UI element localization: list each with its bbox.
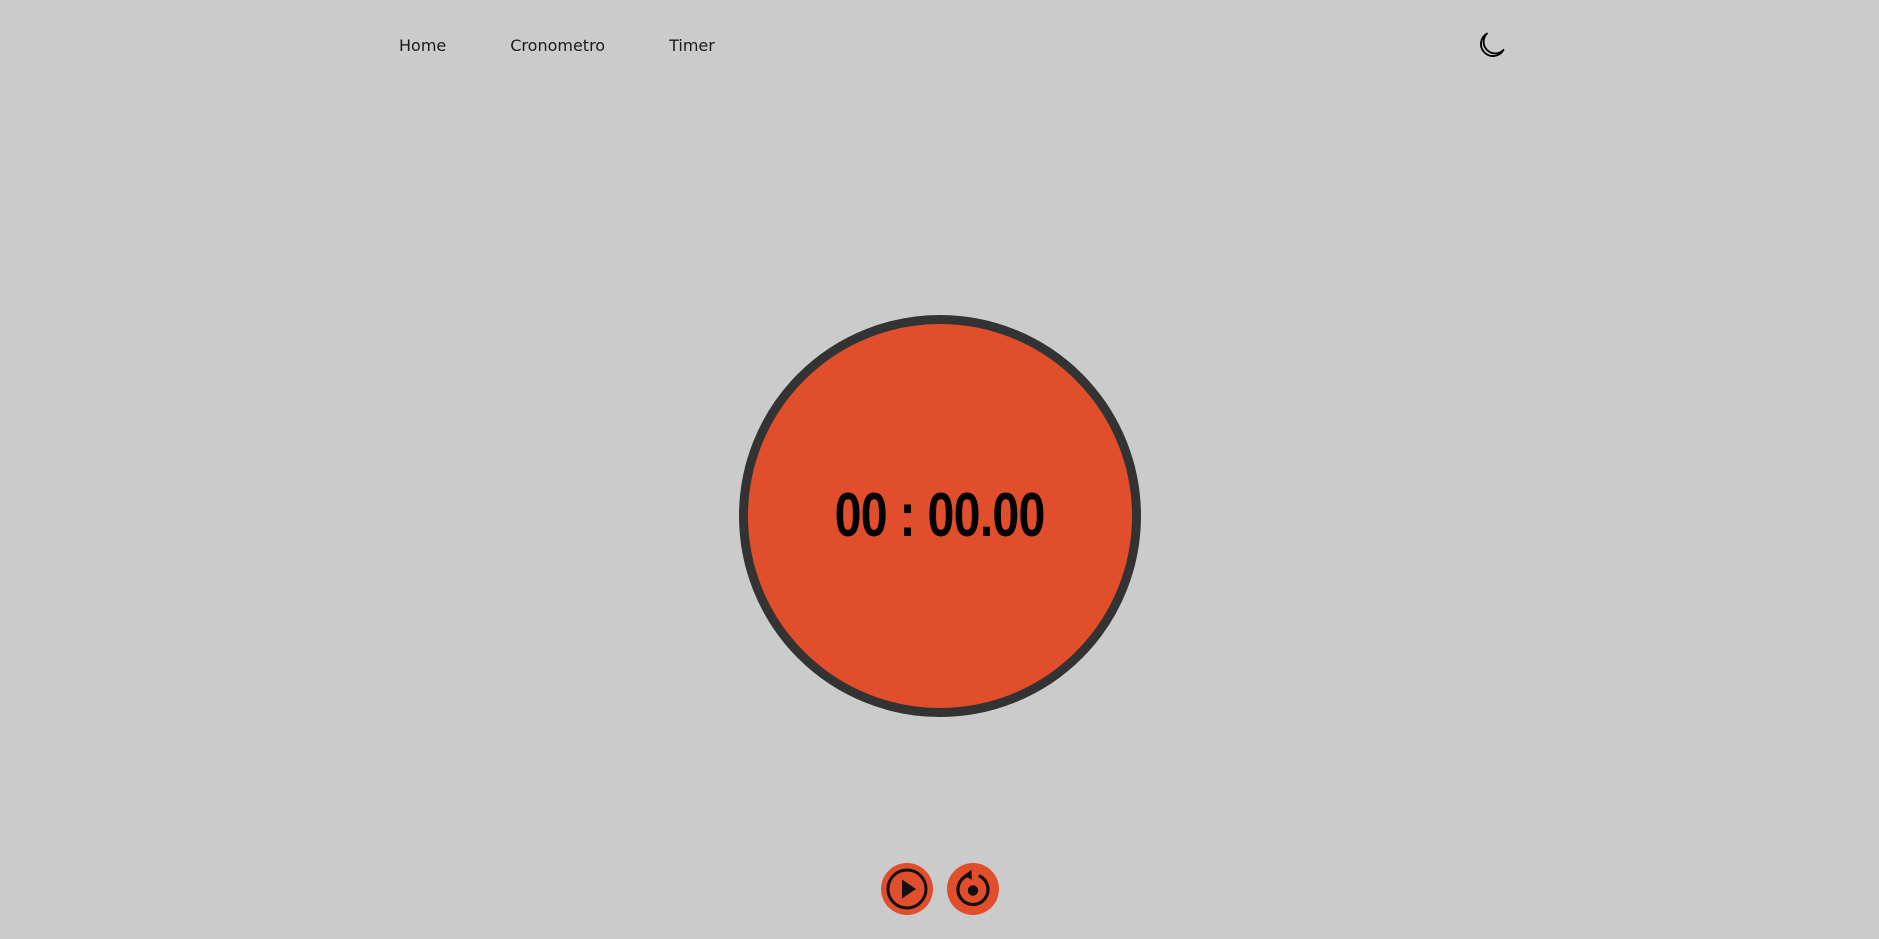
nav-link-cronometro[interactable]: Cronometro: [510, 36, 605, 56]
start-button[interactable]: [881, 863, 933, 915]
top-navigation: Home Cronometro Timer: [399, 36, 715, 56]
reset-button[interactable]: [947, 863, 999, 915]
moon-icon: [1480, 32, 1505, 57]
elapsed-time-display: 00 : 00.00: [835, 481, 1046, 550]
theme-toggle-button[interactable]: [1473, 28, 1509, 64]
stopwatch-controls: [881, 863, 999, 915]
play-icon: [886, 868, 928, 910]
reset-icon: [956, 869, 990, 907]
nav-link-home[interactable]: Home: [399, 36, 446, 56]
nav-link-timer[interactable]: Timer: [669, 36, 715, 56]
stopwatch-dial: 00 : 00.00: [739, 315, 1141, 717]
